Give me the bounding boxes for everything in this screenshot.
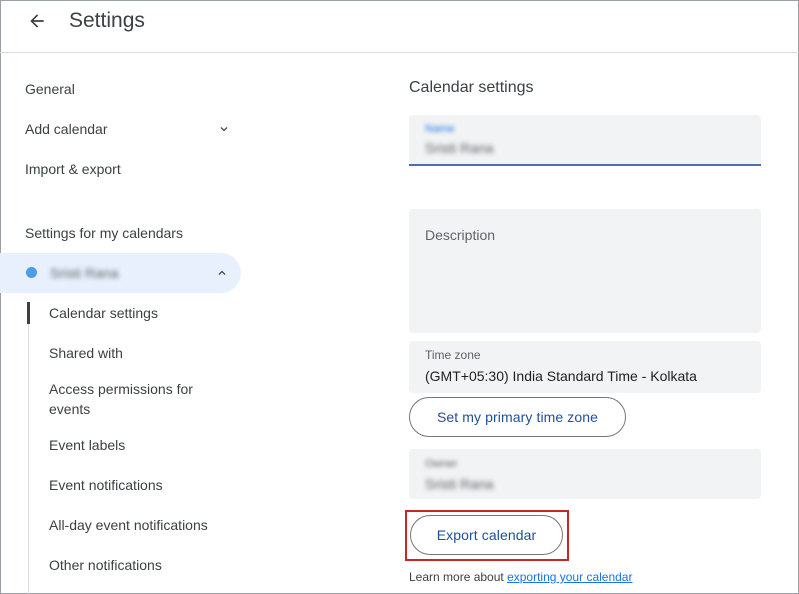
export-calendar-button[interactable]: Export calendar — [410, 515, 563, 555]
timezone-label: Time zone — [425, 348, 481, 362]
exporting-calendar-link[interactable]: exporting your calendar — [507, 570, 632, 584]
sidebar-item-import-export[interactable]: Import & export — [25, 161, 121, 177]
owner-value: Sristi Rana — [425, 476, 494, 492]
sidebar-item-other-notifications[interactable]: Other notifications — [49, 555, 162, 575]
calendar-color-dot — [26, 267, 37, 278]
learn-more-text: Learn more about exporting your calendar — [409, 570, 632, 584]
timezone-value: (GMT+05:30) India Standard Time - Kolkat… — [425, 368, 697, 384]
back-button[interactable] — [24, 8, 50, 34]
sidebar-item-shared-with[interactable]: Shared with — [49, 343, 123, 363]
sidebar-item-add-calendar[interactable]: Add calendar — [25, 121, 108, 137]
sidebar-calendar-item[interactable]: Sristi Rana — [0, 253, 241, 293]
chevron-down-icon[interactable] — [217, 122, 231, 136]
my-calendars-heading: Settings for my calendars — [25, 225, 183, 241]
calendar-name: Sristi Rana — [50, 265, 119, 281]
description-field[interactable]: Description — [409, 209, 761, 333]
sidebar-item-event-notifications[interactable]: Event notifications — [49, 475, 163, 495]
header: Settings — [0, 0, 799, 53]
tree-guide-line — [28, 302, 29, 594]
sidebar-item-access-permissions[interactable]: Access permissions for events — [49, 379, 219, 419]
chevron-up-icon[interactable] — [215, 266, 229, 280]
name-field-value: Sristi Rana — [425, 140, 494, 156]
name-field-label: Name — [425, 123, 455, 135]
description-placeholder: Description — [425, 227, 496, 243]
active-indicator — [27, 302, 30, 324]
learn-more-prefix: Learn more about — [409, 570, 508, 584]
section-title: Calendar settings — [409, 79, 534, 96]
timezone-field[interactable]: Time zone (GMT+05:30) India Standard Tim… — [409, 341, 761, 393]
sidebar-item-all-day-notifications[interactable]: All-day event notifications — [49, 515, 208, 535]
sidebar-item-general[interactable]: General — [25, 81, 75, 97]
name-field[interactable]: Name Sristi Rana — [409, 115, 761, 166]
arrow-left-icon — [30, 14, 44, 28]
owner-label: Owner — [425, 458, 458, 470]
set-primary-timezone-button[interactable]: Set my primary time zone — [409, 397, 626, 437]
sidebar-item-calendar-settings[interactable]: Calendar settings — [49, 303, 158, 323]
sidebar-item-event-labels[interactable]: Event labels — [49, 435, 125, 455]
page-title: Settings — [69, 9, 145, 32]
owner-field: Owner Sristi Rana — [409, 449, 761, 499]
